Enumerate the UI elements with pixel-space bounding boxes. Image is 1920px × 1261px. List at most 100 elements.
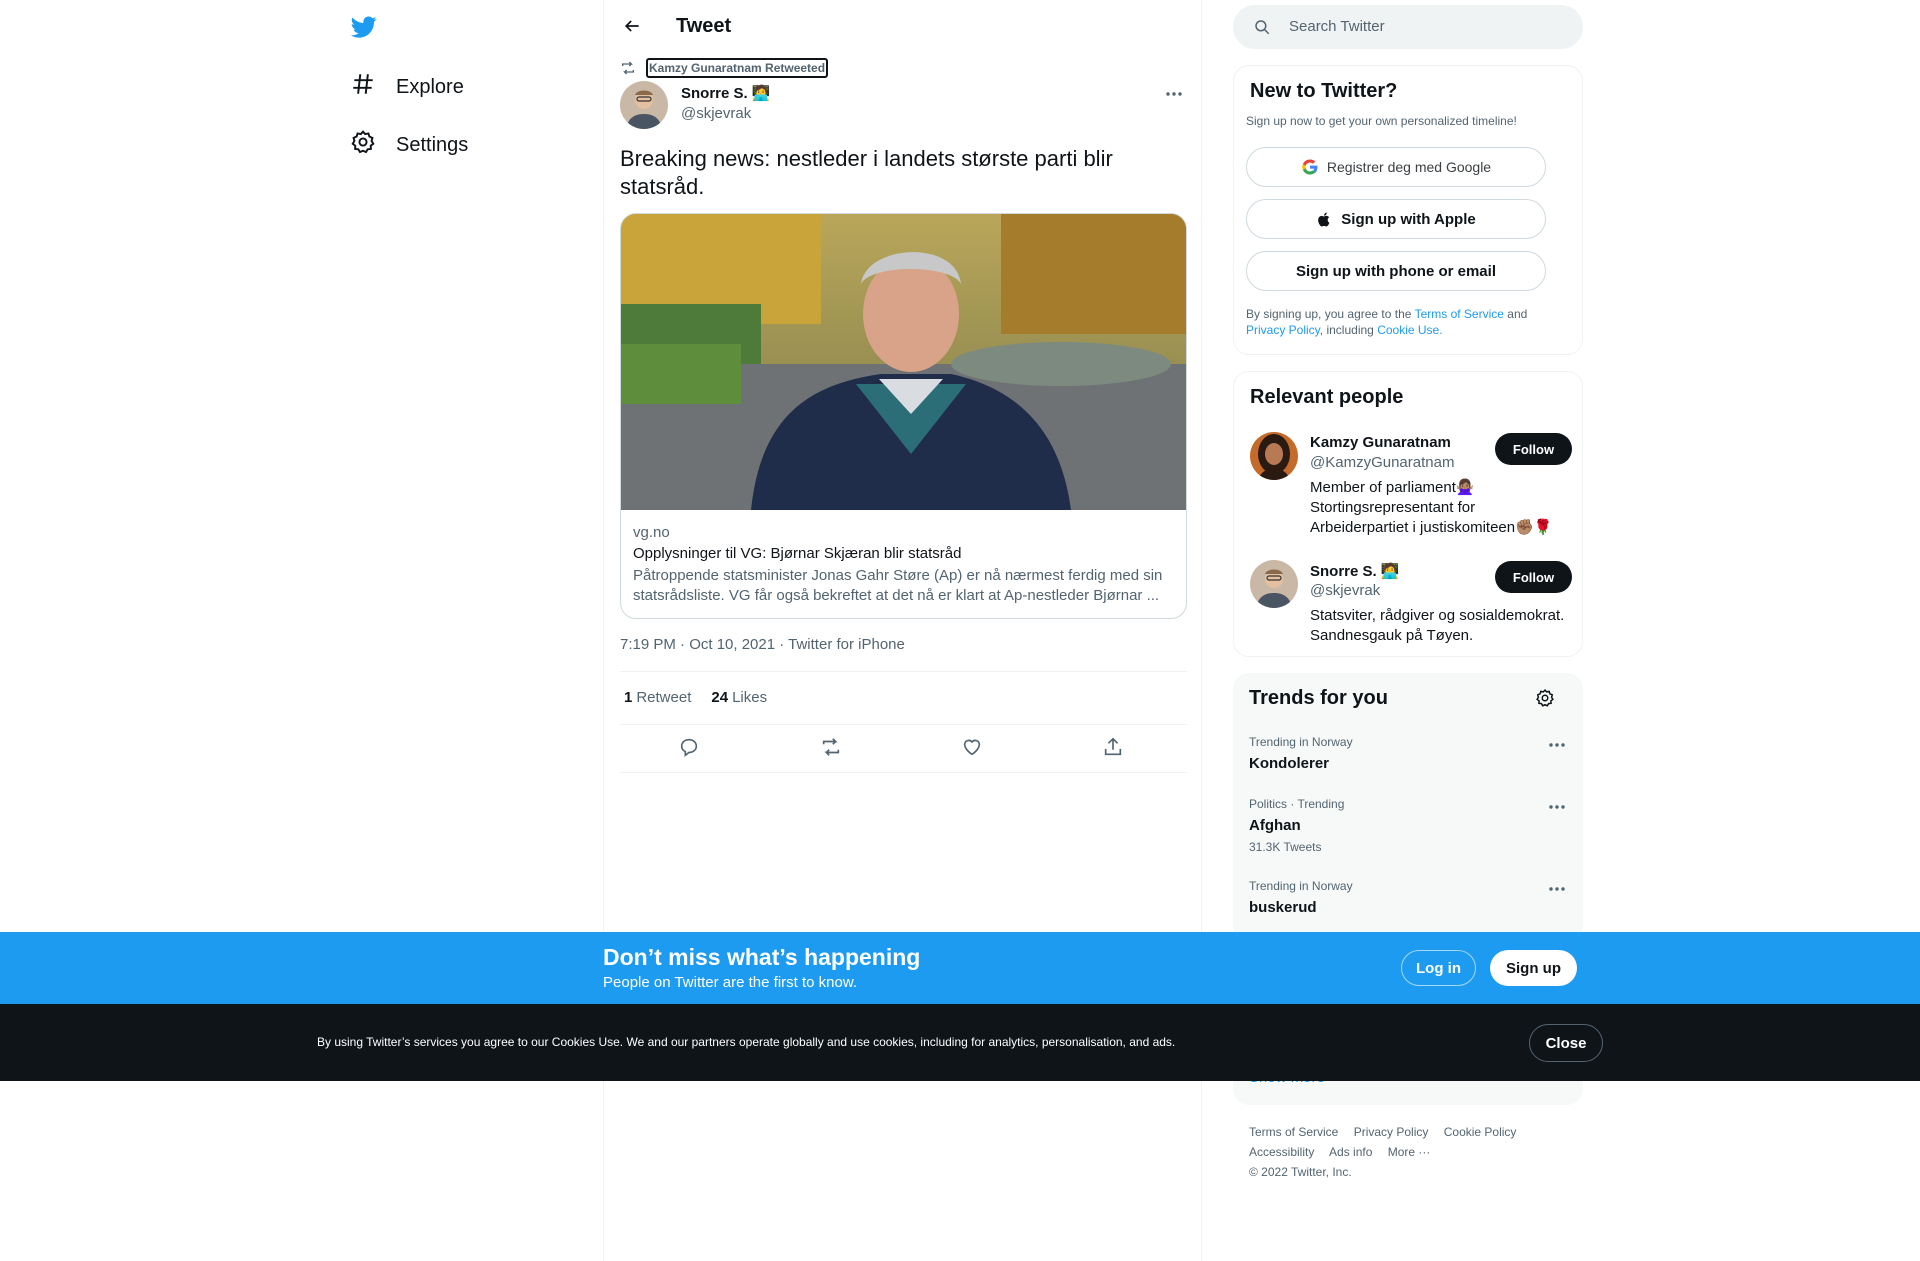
retweeted-by-link[interactable]: Kamzy Gunaratnam Retweeted [646,58,829,78]
trend-meta: Trending in Norway [1249,735,1353,749]
card-title: Opplysninger til VG: Bjørnar Skjæran bli… [633,545,962,562]
terms-link[interactable]: Terms of Service [1415,307,1504,321]
person-handle[interactable]: @KamzyGunaratnam [1310,454,1454,471]
page-title: Tweet [676,15,732,37]
reply-button[interactable] [678,736,702,760]
trend-more-button[interactable] [1547,881,1567,897]
retweet-button[interactable] [820,736,844,760]
cookie-use-link[interactable]: Cookie Use. [1377,323,1442,337]
retweet-stat-label: Retweet [636,689,692,706]
gear-icon [1536,688,1554,707]
signup-banner-subtitle: People on Twitter are the first to know. [603,974,858,991]
footer-link[interactable]: Ads info [1329,1145,1372,1159]
legal-prefix: By signing up, you agree to the [1246,307,1412,321]
retweet-context: Kamzy Gunaratnam Retweeted [620,58,829,78]
share-button[interactable] [1102,736,1126,760]
footer-link[interactable]: Privacy Policy [1354,1125,1429,1139]
cookie-banner: By using Twitter’s services you agree to… [0,1004,1920,1081]
hashtag-icon [350,71,376,103]
phone-signup-label: Sign up with phone or email [1295,262,1496,280]
trends-settings-button[interactable] [1535,688,1555,708]
trend-name: buskerud [1249,899,1317,916]
signup-button[interactable]: Sign up [1490,950,1577,986]
person-handle[interactable]: @skjevrak [1310,582,1380,599]
nav-settings-label: Settings [396,133,469,156]
new-to-twitter-subtitle: Sign up now to get your own personalized… [1246,114,1517,128]
twitter-logo-icon[interactable] [350,14,378,40]
signup-banner: Don’t miss what’s happening People on Tw… [0,932,1920,1004]
cookie-close-button[interactable]: Close [1529,1024,1603,1062]
divider [620,671,1187,672]
google-signup-button[interactable]: Registrer deg med Google [1246,147,1546,187]
avatar[interactable] [620,81,668,129]
trend-count: 31.3K Tweets [1249,840,1322,854]
trend-name: Afghan [1249,817,1301,834]
footer-link[interactable]: Terms of Service [1249,1125,1338,1139]
search-placeholder: Search Twitter [1289,18,1385,35]
like-button[interactable] [961,736,985,760]
divider [620,724,1187,725]
trend-item[interactable]: Trending in Norway Kondolerer [1249,735,1567,772]
more-dots-icon [1549,743,1565,747]
footer-links-row: Terms of Service Privacy Policy Cookie P… [1249,1122,1569,1142]
author-handle[interactable]: @skjevrak [681,105,751,122]
tweet-actions [620,736,1187,760]
person-name[interactable]: Kamzy Gunaratnam [1310,434,1451,451]
link-card[interactable]: vg.no Opplysninger til VG: Bjørnar Skjær… [620,213,1187,619]
heart-icon [963,739,981,756]
follow-button[interactable]: Follow [1495,561,1572,593]
search-input[interactable]: Search Twitter [1233,5,1583,49]
more-options-button[interactable] [1164,86,1184,102]
nav-explore-label: Explore [396,75,464,98]
like-stat-label: Likes [732,689,768,706]
privacy-link[interactable]: Privacy Policy [1246,323,1320,337]
like-count: 24 [711,689,729,706]
trends-title: Trends for you [1249,687,1388,709]
nav-explore[interactable]: Explore [350,67,464,107]
trend-more-button[interactable] [1547,799,1567,815]
follow-button[interactable]: Follow [1495,433,1572,465]
card-image [621,214,1186,510]
footer-link[interactable]: Accessibility [1249,1145,1314,1159]
divider [620,772,1187,773]
avatar[interactable] [1250,432,1298,480]
trend-meta: Politics · Trending [1249,797,1345,811]
main-header: Tweet [604,0,1202,53]
search-icon [1255,20,1270,35]
footer-copyright: © 2022 Twitter, Inc. [1249,1165,1352,1179]
back-button[interactable] [618,12,646,40]
author-name[interactable]: Snorre S. 🧑‍💻 [681,84,771,102]
tweet-stats: 1 Retweet 24 Likes [624,689,787,706]
apple-signup-button[interactable]: Sign up with Apple [1246,199,1546,239]
gear-icon [350,129,376,161]
tweet-timestamp[interactable]: 7:19 PM · Oct 10, 2021 · Twitter for iPh… [620,636,905,653]
legal-including: , including [1319,323,1374,337]
legal-and: and [1507,307,1528,321]
avatar[interactable] [1250,560,1298,608]
new-to-twitter-title: New to Twitter? [1250,80,1398,102]
login-button[interactable]: Log in [1401,950,1476,986]
trend-meta: Trending in Norway [1249,879,1353,893]
footer-link[interactable]: Cookie Policy [1444,1125,1517,1139]
nav-settings[interactable]: Settings [350,125,468,165]
retweet-icon [822,738,840,756]
tweet-text: Breaking news: nestleder i landets størs… [620,146,1113,199]
person-name[interactable]: Snorre S. 🧑‍💻 [1310,562,1400,580]
trend-name: Kondolerer [1249,755,1330,772]
trend-more-button[interactable] [1547,737,1567,753]
share-icon [1104,737,1122,756]
footer-link[interactable]: More ··· [1388,1145,1431,1159]
trend-item[interactable]: Trending in Norway buskerud [1249,879,1567,916]
footer: Terms of Service Privacy Policy Cookie P… [1249,1122,1569,1182]
signup-banner-title: Don’t miss what’s happening [603,944,921,970]
relevant-people-panel: Relevant people Kamzy Gunaratnam @KamzyG… [1233,371,1583,657]
like-stat[interactable]: 24 Likes [711,689,767,706]
phone-signup-button[interactable]: Sign up with phone or email [1246,251,1546,291]
signup-legal-text: By signing up, you agree to the Terms of… [1246,306,1566,338]
trend-item[interactable]: Politics · Trending Afghan 31.3K Tweets [1249,797,1567,854]
retweet-icon [622,61,634,75]
person-bio: Statsviter, rådgiver og sosialdemokrat. … [1310,607,1565,644]
more-dots-icon [1549,887,1565,891]
retweet-count: 1 [624,689,633,706]
retweet-stat[interactable]: 1 Retweet [624,689,691,706]
